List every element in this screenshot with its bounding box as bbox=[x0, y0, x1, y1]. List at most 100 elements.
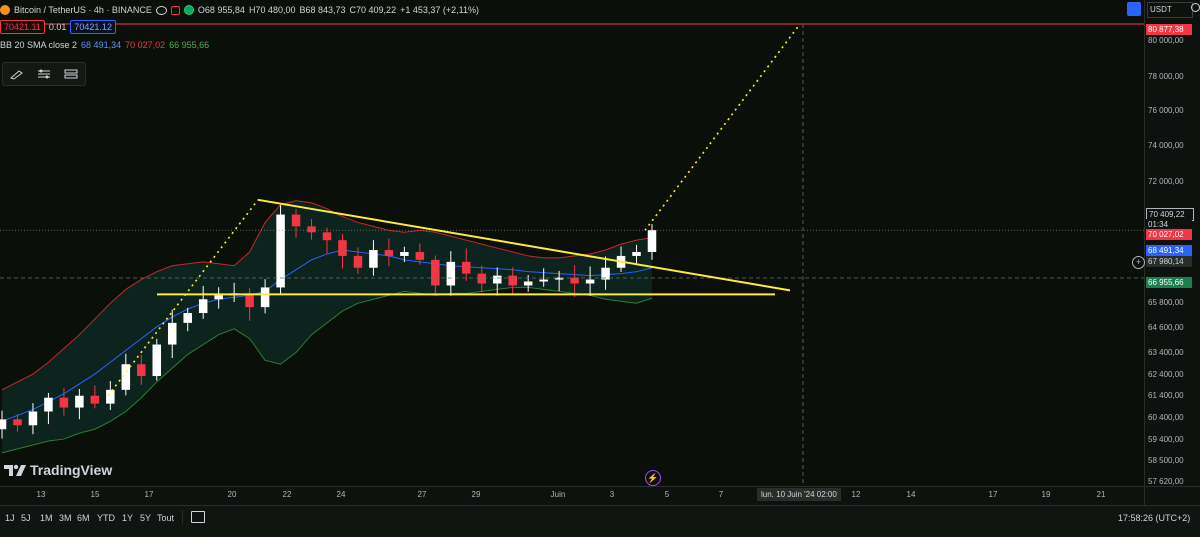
drawing-toolbar bbox=[2, 62, 86, 86]
time-tick: 20 bbox=[227, 490, 237, 499]
spread-value: 0.01 bbox=[48, 22, 67, 32]
market-status-icon bbox=[183, 5, 194, 15]
candle-body bbox=[28, 411, 38, 426]
timeframe-1y-button[interactable]: 1Y bbox=[122, 513, 133, 523]
price-tick: 78 000,00 bbox=[1148, 72, 1184, 81]
lightning-icon[interactable]: ⚡ bbox=[645, 470, 661, 486]
candle-body bbox=[446, 261, 456, 286]
symbol-title[interactable]: Bitcoin / TetherUS · 4h · BINANCE bbox=[14, 5, 152, 15]
candle-body bbox=[307, 226, 316, 233]
timeframe-3m-button[interactable]: 3M bbox=[59, 513, 72, 523]
open-value: O68 955,84 bbox=[197, 5, 245, 15]
timeframe-6m-button[interactable]: 6M bbox=[77, 513, 90, 523]
candle-body bbox=[492, 275, 502, 284]
bb-upper-label: 70 027,02 bbox=[1146, 229, 1192, 240]
time-tick: 3 bbox=[609, 490, 615, 499]
time-axis[interactable] bbox=[0, 486, 1144, 506]
price-tick: 80 000,00 bbox=[1148, 36, 1184, 45]
timeframe-1m-button[interactable]: 1M bbox=[40, 513, 53, 523]
time-tick: 12 bbox=[851, 490, 861, 499]
candle-body bbox=[431, 259, 440, 286]
crosshair-price-label: 67 980,14 bbox=[1146, 256, 1192, 267]
candle-body bbox=[106, 389, 115, 404]
change-value: +1 453,37 (+2,11%) bbox=[400, 5, 479, 15]
timeframe-5y-button[interactable]: 5Y bbox=[140, 513, 151, 523]
close-value: C70 409,22 bbox=[349, 5, 397, 15]
candle-body bbox=[647, 230, 657, 252]
time-tick: 29 bbox=[471, 490, 481, 499]
candle-body bbox=[276, 214, 285, 288]
tradingview-logo: TradingView bbox=[4, 462, 112, 478]
candle-body bbox=[632, 251, 641, 256]
time-tick: 14 bbox=[906, 490, 916, 499]
plus-icon[interactable]: + bbox=[1132, 256, 1145, 269]
candle-body bbox=[167, 322, 177, 345]
currency-selector[interactable]: USDT bbox=[1147, 2, 1193, 18]
candle-body bbox=[260, 287, 270, 308]
candle-body bbox=[523, 281, 533, 286]
timeframe-5j-button[interactable]: 5J bbox=[21, 513, 31, 523]
eye-icon[interactable] bbox=[155, 5, 167, 15]
buy-button[interactable]: 70421.12 bbox=[70, 20, 116, 34]
alarm-icon[interactable] bbox=[170, 5, 180, 15]
candle-body bbox=[245, 293, 254, 308]
brush-icon[interactable] bbox=[8, 67, 26, 81]
projection-leg-2 bbox=[644, 23, 801, 231]
price-tick: 62 400,00 bbox=[1148, 370, 1184, 379]
low-value: B68 843,73 bbox=[299, 5, 346, 15]
candle-body bbox=[59, 397, 69, 408]
indicator-lower-value: 66 955,66 bbox=[169, 40, 210, 50]
candle-body bbox=[384, 250, 394, 256]
timeframe-1j-button[interactable]: 1J bbox=[5, 513, 15, 523]
candle-body bbox=[137, 364, 146, 377]
indicator-upper-value: 70 027,02 bbox=[125, 40, 166, 50]
time-tick: 15 bbox=[90, 490, 100, 499]
price-tick: 57 620,00 bbox=[1148, 477, 1184, 486]
candle-body bbox=[121, 364, 131, 390]
candle-body bbox=[462, 261, 471, 274]
time-tick: 27 bbox=[417, 490, 427, 499]
candle-body bbox=[353, 255, 363, 268]
price-tick: 58 500,00 bbox=[1148, 456, 1184, 465]
candle-body bbox=[338, 240, 347, 256]
price-tick: 65 800,00 bbox=[1148, 298, 1184, 307]
indicator-basis-value: 68 491,34 bbox=[81, 40, 122, 50]
candle-body bbox=[400, 251, 409, 256]
timeframe-ytd-button[interactable]: YTD bbox=[97, 513, 115, 523]
candle-body bbox=[415, 251, 425, 260]
chart-canvas[interactable] bbox=[0, 0, 1144, 486]
layout-icon[interactable] bbox=[191, 511, 205, 523]
candle-body bbox=[322, 232, 332, 241]
indicators-icon[interactable] bbox=[35, 67, 53, 81]
time-tick: 5 bbox=[664, 490, 670, 499]
candle-body bbox=[198, 299, 208, 314]
bitcoin-icon bbox=[0, 5, 10, 15]
price-tick: 72 000,00 bbox=[1148, 177, 1184, 186]
gear-icon[interactable] bbox=[1191, 3, 1200, 12]
time-tick: 24 bbox=[336, 490, 346, 499]
candle-body bbox=[0, 419, 7, 430]
candle-body bbox=[214, 295, 223, 300]
price-tick: 59 400,00 bbox=[1148, 435, 1184, 444]
time-tick: 7 bbox=[718, 490, 724, 499]
candle-body bbox=[183, 313, 192, 323]
candle-body bbox=[539, 279, 548, 282]
timeframe-tout-button[interactable]: Tout bbox=[157, 513, 174, 523]
price-tick: 63 400,00 bbox=[1148, 348, 1184, 357]
candle-body bbox=[570, 277, 579, 284]
sell-button[interactable]: 70421.11 bbox=[0, 20, 45, 34]
indicator-label[interactable]: BB 20 SMA close 2 bbox=[0, 40, 77, 50]
alert-price-label[interactable]: 80 877,38 bbox=[1146, 24, 1192, 35]
candle-body bbox=[508, 275, 517, 286]
settings-lines-icon[interactable] bbox=[62, 67, 80, 81]
time-tick: 13 bbox=[36, 490, 46, 499]
indicator-legend[interactable]: BB 20 SMA close 2 68 491,34 70 027,02 66… bbox=[0, 40, 209, 50]
crosshair-time-label: lun. 10 Juin '24 02:00 bbox=[757, 488, 841, 501]
clock[interactable]: 17:58:26 (UTC+2) bbox=[1118, 513, 1190, 523]
chart-settings-button[interactable] bbox=[1127, 2, 1141, 16]
axis-corner bbox=[1144, 486, 1200, 506]
bb-lower-label: 66 955,66 bbox=[1146, 277, 1192, 288]
price-tick: 60 400,00 bbox=[1148, 413, 1184, 422]
price-tick: 76 000,00 bbox=[1148, 106, 1184, 115]
candle-body bbox=[477, 273, 487, 284]
